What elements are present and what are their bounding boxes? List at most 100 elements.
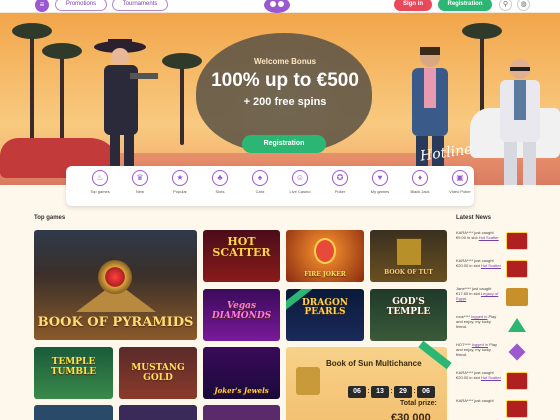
palm-leaves [462, 23, 502, 39]
sign-in-button[interactable]: Sign in [394, 0, 432, 11]
blackjack-icon: ♦ [412, 170, 428, 186]
game-tile-hot-scatter[interactable]: HOT SCATTER [203, 230, 280, 282]
game-tile-dragon-pearls[interactable]: DRAGON PEARLS [286, 289, 364, 341]
ribbon-badge [418, 340, 452, 370]
news-item: Jane**** just caught €17.60 in slot Lega… [456, 286, 536, 312]
woman-character [94, 39, 158, 181]
palm-leaves [42, 43, 82, 59]
category-top-games[interactable]: ♨ Top games [80, 170, 120, 194]
category-label: Live Casino [289, 189, 311, 194]
news-link[interactable]: Hot Scatter [479, 235, 499, 240]
video-poker-icon: ▣ [452, 170, 468, 186]
heart-icon: ♥ [372, 170, 388, 186]
game-tile-book-of-tut[interactable]: BOOK OF TUT [370, 230, 447, 282]
game-tile-book-of-pyramids[interactable]: BOOK OF PYRAMIDS [34, 230, 197, 340]
category-label: Video Poker [449, 189, 471, 194]
category-bar: ♨ Top games ♛ New ★ Popular ♣ Slots ♠ Card ☺ Live C… [66, 166, 474, 206]
bonus-headline: 100% up to €500 [211, 70, 359, 91]
news-thumbnail[interactable] [506, 232, 528, 250]
news-message: KARA**** just caught [456, 398, 494, 403]
game-title: GOD'S TEMPLE [386, 297, 431, 317]
news-text: KARA**** just caught €20.00 in slot Hot … [456, 370, 502, 380]
category-my-games[interactable]: ♥ My games [360, 170, 400, 194]
game-title: BOOK OF TUT [384, 269, 433, 276]
total-prize-label: Total prize: [400, 400, 437, 407]
cards-icon: ♠ [252, 170, 268, 186]
man-character [500, 59, 540, 185]
news-text: roos**** logged in Play and enjoy, my lu… [456, 314, 502, 329]
game-tile-gods-temple[interactable]: GOD'S TEMPLE [370, 289, 447, 341]
news-item: roos**** logged in Play and enjoy, my lu… [456, 314, 536, 340]
news-text: KARA**** just caught [456, 398, 502, 403]
cherry-icon: ♣ [212, 170, 228, 186]
hero-banner: Welcome Bonus 100% up to €500 + 200 free… [0, 13, 560, 185]
news-link[interactable]: Hot Scatter [481, 375, 501, 380]
hamburger-icon[interactable]: ≡ [35, 0, 49, 12]
book-icon [296, 367, 320, 395]
game-tile-vegas-diamonds[interactable]: Vegas DIAMONDS [203, 289, 280, 341]
chip-icon: ✪ [332, 170, 348, 186]
news-thumbnail[interactable] [506, 343, 528, 362]
category-live-casino[interactable]: ☺ Live Casino [280, 170, 320, 194]
category-poker[interactable]: ✪ Poker [320, 170, 360, 194]
hero-registration-button[interactable]: Registration [242, 135, 326, 153]
top-bar: ≡ Promotions Tournaments Sign in Registr… [0, 0, 560, 13]
category-label: Slots [215, 189, 225, 194]
book-art [396, 238, 422, 266]
man-character [412, 47, 448, 184]
game-tile-mustang-gold[interactable]: MUSTANG GOLD [119, 347, 197, 399]
news-item: KARA**** just caught [456, 398, 536, 420]
game-title: BOOK OF PYRAMIDS [37, 315, 194, 330]
logo[interactable] [262, 0, 292, 13]
game-tile-jokers-jewels[interactable]: Joker's Jewels [203, 347, 280, 399]
tournament-panel[interactable]: Book of Sun Multichance 06:13:29:06 Tota… [286, 340, 452, 420]
news-item: KARA**** just caught €20.00 in slot Hot … [456, 258, 536, 284]
category-popular[interactable]: ★ Popular [160, 170, 200, 194]
game-tile-temple-tumble[interactable]: TEMPLE TUMBLE [34, 347, 113, 399]
joker-face [314, 238, 336, 264]
news-text: HOT**** logged in Play and enjoy, my luc… [456, 342, 502, 357]
game-tile[interactable] [203, 405, 280, 420]
latest-news-title: Latest News [456, 215, 492, 221]
category-card[interactable]: ♠ Card [240, 170, 280, 194]
category-label: Poker [334, 189, 346, 194]
game-tile-fire-joker[interactable]: FIRE JOKER [286, 230, 364, 282]
news-thumbnail[interactable] [506, 372, 528, 390]
palm-tree [30, 25, 34, 145]
category-label: Popular [173, 189, 187, 194]
search-icon[interactable]: ⚲ [499, 0, 512, 11]
category-new[interactable]: ♛ New [120, 170, 160, 194]
news-thumbnail[interactable] [506, 400, 528, 418]
news-thumbnail[interactable] [506, 316, 528, 334]
total-prize-value: €30 000 [391, 412, 431, 420]
game-title: HOT SCATTER [212, 235, 271, 259]
tournaments-button[interactable]: Tournaments [112, 0, 168, 11]
timer-minutes: 29 [394, 386, 412, 398]
news-thumbnail[interactable] [506, 288, 528, 306]
promotions-button[interactable]: Promotions [55, 0, 107, 11]
scarab-emblem [98, 260, 132, 294]
dealer-icon: ☺ [292, 170, 308, 186]
category-slots[interactable]: ♣ Slots [200, 170, 240, 194]
game-title: TEMPLE TUMBLE [50, 357, 97, 377]
globe-icon[interactable]: ◍ [517, 0, 530, 11]
bonus-text: Welcome Bonus 100% up to €500 + 200 free… [190, 57, 380, 108]
category-black-jack[interactable]: ♦ Black Jack [400, 170, 440, 194]
news-text: KARA**** just caught €20.00 in slot Hot … [456, 258, 502, 268]
news-text: Jane**** just caught €17.60 in slot Lega… [456, 286, 502, 301]
registration-button[interactable]: Registration [438, 0, 492, 11]
category-video-poker[interactable]: ▣ Video Poker [440, 170, 480, 194]
category-label: Top games [90, 189, 110, 194]
game-tile[interactable] [119, 405, 197, 420]
category-label: New [135, 189, 144, 194]
news-item: KARA**** just caught €9.00 in slot Hot S… [456, 230, 536, 256]
timer-hours: 13 [371, 386, 389, 398]
news-item: KARA**** just caught €20.00 in slot Hot … [456, 370, 536, 396]
crown-icon: ♛ [132, 170, 148, 186]
game-title: DRAGON PEARLS [301, 298, 349, 317]
game-tile[interactable] [34, 405, 113, 420]
category-label: Card [255, 189, 265, 194]
news-thumbnail[interactable] [506, 260, 528, 278]
countdown-timer: 06:13:29:06 [348, 380, 435, 398]
news-link[interactable]: Hot Scatter [481, 263, 501, 268]
